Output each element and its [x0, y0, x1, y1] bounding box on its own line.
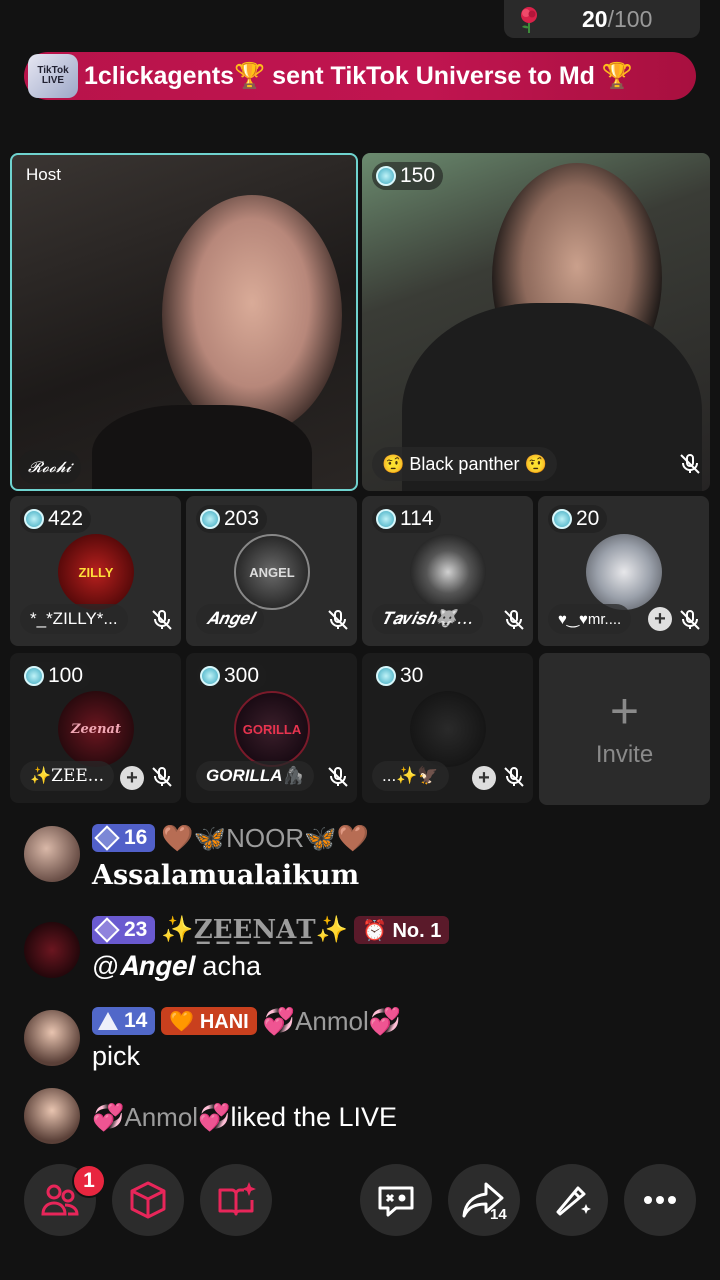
guest-score: 100 [20, 662, 92, 690]
mic-muted-icon [502, 608, 528, 634]
guest-score: 203 [196, 505, 268, 533]
plus-icon: + [609, 683, 640, 739]
chat-username[interactable]: 💞Anmol💞 [92, 1102, 230, 1133]
invite-label: Invite [595, 741, 654, 768]
host-video-feed [162, 195, 342, 435]
mic-muted-icon [678, 608, 704, 634]
mic-muted-icon [150, 608, 176, 634]
rank-badge: ⏰ No. 1 [354, 916, 450, 944]
guest-score: 114 [372, 505, 442, 533]
user-avatar[interactable] [24, 1088, 80, 1144]
guest-tile-4[interactable]: 20 ♥‿♥mr.... + [538, 496, 709, 646]
follow-plus-icon[interactable]: + [472, 766, 496, 790]
rose-icon [512, 4, 546, 34]
guest-tile-5[interactable]: Zeenat 100 ✨ZEE... + [10, 653, 181, 803]
guest-avatar [410, 534, 486, 610]
notification-badge: 1 [72, 1164, 106, 1198]
guest-tile-6[interactable]: GORILLA 300 GORILLA🦍 [186, 653, 357, 803]
cube-icon [130, 1181, 166, 1219]
guest-name: GORILLA🦍 [196, 761, 314, 791]
gift-banner-text: 1clickagents🏆 sent TikTok Universe to Md… [84, 61, 633, 90]
gem-icon [94, 825, 120, 851]
guest-tile-1[interactable]: ZILLY 422 *_*ZILLY*... [10, 496, 181, 646]
gem-icon [94, 917, 120, 943]
coin-icon [552, 509, 572, 529]
guest-name: ✨ZEE... [20, 761, 115, 791]
guest-avatar: ANGEL [234, 534, 310, 610]
gift-banner[interactable]: TikTok LIVE 1clickagents🏆 sent TikTok Un… [24, 52, 696, 100]
triangle-icon [98, 1012, 118, 1030]
mic-muted-icon [326, 608, 352, 634]
user-avatar[interactable] [24, 826, 80, 882]
chat-username[interactable]: 💞Anmol💞 [263, 1006, 401, 1037]
guest-tile-2[interactable]: ANGEL 203 𝑨𝒏𝒈𝒆𝒍 [186, 496, 357, 646]
guest-name[interactable]: 🤨 Black panther 🤨 [372, 447, 557, 481]
host-video-tile[interactable]: Host 𝓡𝓸𝓸𝓱𝓲 [10, 153, 358, 491]
guest-score: 300 [196, 662, 268, 690]
chat-username[interactable]: ✨Z̲E̲E̲N̲A̲T̲✨ [161, 915, 348, 945]
chat-text: pick [92, 1041, 141, 1071]
coin-icon [200, 666, 220, 686]
guest-name: 𝑨𝒏𝒈𝒆𝒍 [196, 604, 264, 634]
gift-box-button[interactable] [112, 1164, 184, 1236]
chat-username[interactable]: 🤎🦋NOOR🦋🤎 [161, 823, 369, 854]
magic-wand-icon [556, 1186, 591, 1216]
guest-avatar: GORILLA [234, 691, 310, 767]
gift-goal-widget[interactable]: 20/100 [504, 0, 700, 38]
guest-tile-7[interactable]: 30 ...✨🦅 + [362, 653, 533, 803]
book-sparkle-icon [218, 1182, 256, 1216]
mic-muted-icon [502, 765, 528, 791]
more-icon [644, 1196, 676, 1204]
guest-score: 30 [372, 662, 432, 690]
goal-count: 20/100 [582, 5, 653, 32]
coin-icon [24, 666, 44, 686]
chat-text: @𝑨𝒏𝒈𝒆𝒍 acha [92, 951, 261, 981]
follow-plus-icon[interactable]: + [648, 607, 672, 631]
user-avatar[interactable] [24, 922, 80, 978]
guest-name: *_*ZILLY*... [20, 604, 128, 634]
more-button[interactable] [624, 1164, 696, 1236]
guest-name: ...✨🦅 [372, 761, 449, 791]
share-count: 14 [490, 1206, 507, 1223]
user-avatar[interactable] [24, 1010, 80, 1066]
mic-muted-icon [150, 765, 176, 791]
share-button[interactable]: 14 [448, 1164, 520, 1236]
host-body [92, 405, 312, 489]
coin-icon [376, 166, 396, 186]
guest-avatar: ZILLY [58, 534, 134, 610]
level-badge: 23 [92, 916, 156, 944]
level-badge: 16 [92, 824, 156, 852]
coin-icon [200, 509, 220, 529]
guest-avatar [586, 534, 662, 610]
guest-score: 150 [372, 162, 444, 190]
gamepad-icon [378, 1186, 414, 1217]
tiktok-live-badge: TikTok LIVE [28, 54, 78, 98]
sticker-book-button[interactable] [200, 1164, 272, 1236]
host-label: Host [26, 165, 61, 184]
chat-text: liked the LIVE [230, 1101, 398, 1132]
coin-icon [376, 666, 396, 686]
invite-button[interactable]: + Invite [539, 653, 710, 805]
level-badge: 14 [92, 1007, 156, 1035]
guest-avatar [410, 691, 486, 767]
coin-icon [24, 509, 44, 529]
follow-plus-icon[interactable]: + [120, 766, 144, 790]
guest-video-tile[interactable]: 150 🤨 Black panther 🤨 [362, 153, 710, 491]
guest-name: 𝑻𝒂𝒗𝒊𝒔𝒉🐺... [372, 604, 483, 634]
mic-muted-icon [678, 452, 704, 478]
guest-score: 20 [548, 505, 608, 533]
game-button[interactable] [360, 1164, 432, 1236]
host-name[interactable]: 𝓡𝓸𝓸𝓱𝓲 [18, 450, 82, 484]
guest-tile-3[interactable]: 114 𝑻𝒂𝒗𝒊𝒔𝒉🐺... [362, 496, 533, 646]
chat-text: Assalamualaikum [92, 860, 360, 891]
coin-icon [376, 509, 396, 529]
fan-badge: 🧡 HANI [161, 1007, 257, 1035]
guest-score: 422 [20, 505, 92, 533]
guest-name: ♥‿♥mr.... [548, 604, 632, 634]
mic-muted-icon [326, 765, 352, 791]
effects-button[interactable] [536, 1164, 608, 1236]
guest-avatar: Zeenat [58, 691, 134, 767]
